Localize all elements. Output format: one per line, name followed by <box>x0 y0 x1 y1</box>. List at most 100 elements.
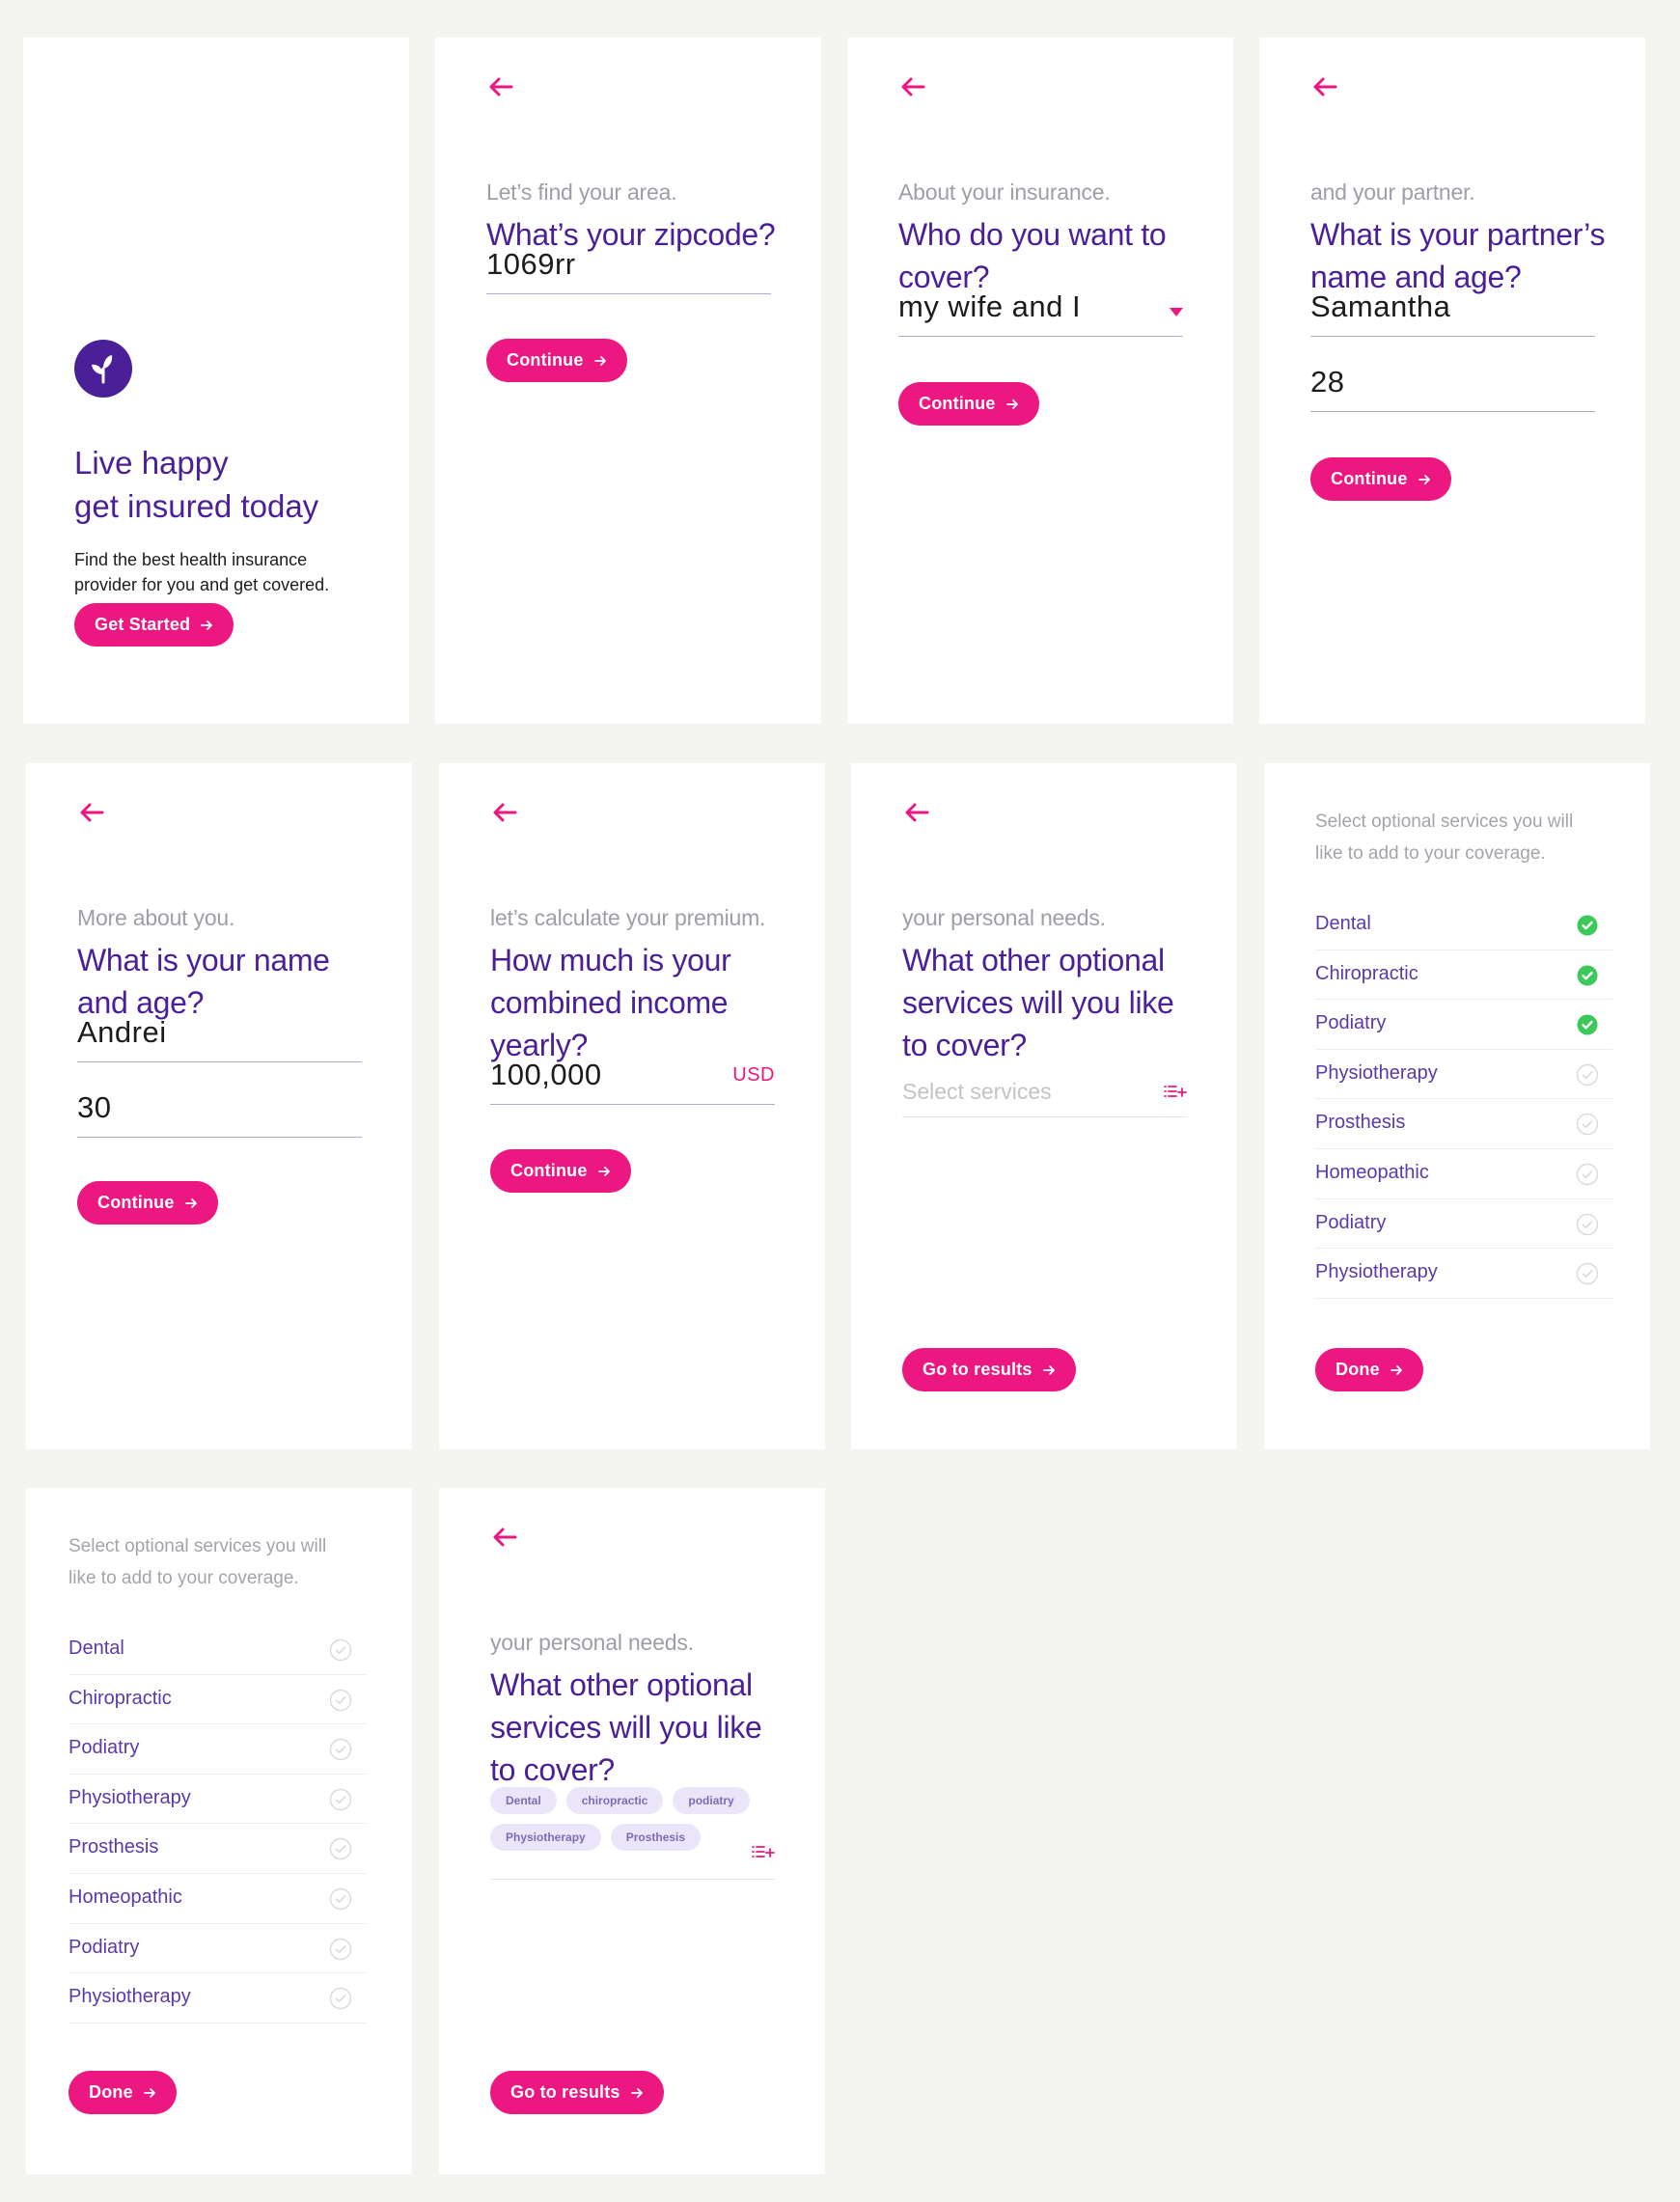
service-chip[interactable]: podiatry <box>673 1787 750 1814</box>
continue-button[interactable]: Continue <box>486 339 627 382</box>
service-option-label: Podiatry <box>69 1936 140 1958</box>
arrow-left-icon[interactable] <box>898 72 927 101</box>
arrow-right-icon <box>184 1197 197 1208</box>
select-services-field[interactable]: Select services <box>902 1063 1187 1117</box>
service-option[interactable]: Prosthesis <box>1315 1099 1612 1149</box>
service-option[interactable]: Podiatry <box>69 1924 366 1974</box>
continue-button[interactable]: Continue <box>77 1181 218 1225</box>
go-to-results-button[interactable]: Go to results <box>902 1348 1076 1391</box>
services-header-line: Select optional services you will <box>69 1536 327 1556</box>
age-value: 30 <box>77 1090 112 1124</box>
services-chips-screen: your personal needs. What other optional… <box>439 1488 825 2174</box>
arrow-left-icon[interactable] <box>77 798 106 827</box>
service-option[interactable]: Dental <box>69 1625 366 1675</box>
income-screen: let’s calculate your premium. How much i… <box>439 763 825 1449</box>
service-chip[interactable]: Dental <box>490 1787 557 1814</box>
check-circle-icon <box>1576 1213 1599 1235</box>
arrow-right-icon <box>1390 1364 1402 1375</box>
arrow-right-icon <box>630 2087 643 2098</box>
done-button[interactable]: Done <box>1315 1348 1423 1391</box>
continue-button[interactable]: Continue <box>898 382 1039 426</box>
check-circle-icon <box>1577 965 1598 986</box>
service-option[interactable]: Podiatry <box>69 1724 366 1775</box>
service-option[interactable]: Dental <box>1315 900 1612 950</box>
currency-label: USD <box>732 1064 775 1086</box>
arrow-left-icon[interactable] <box>490 798 519 827</box>
button-label: Done <box>1336 1360 1380 1379</box>
zipcode-screen: Let’s find your area. What’s your zipcod… <box>435 38 821 724</box>
check-circle-icon <box>1576 1163 1599 1186</box>
zipcode-field[interactable]: 1069rr <box>486 240 771 294</box>
cover-dropdown[interactable]: my wife and I <box>898 283 1183 337</box>
arrow-left-icon[interactable] <box>490 1523 519 1552</box>
services-header-line: like to add to your coverage. <box>69 1568 299 1588</box>
service-option[interactable]: Chiropractic <box>69 1675 366 1725</box>
continue-button[interactable]: Continue <box>490 1149 631 1193</box>
welcome-title-line: Live happy <box>74 445 229 481</box>
eyebrow-text: About your insurance. <box>898 179 1111 205</box>
service-option[interactable]: Physiotherapy <box>69 1775 366 1825</box>
services-select-empty-screen: Select optional services you will like t… <box>26 1488 412 2174</box>
arrow-left-icon[interactable] <box>902 798 931 827</box>
button-label: Continue <box>97 1193 175 1212</box>
service-chip[interactable]: Prosthesis <box>610 1824 702 1851</box>
button-label: Get Started <box>95 615 191 634</box>
name-field[interactable]: Andrei <box>77 1008 362 1062</box>
service-option[interactable]: Prosthesis <box>69 1824 366 1874</box>
question-line: What other optional <box>902 943 1165 977</box>
check-circle-icon <box>329 1987 352 2010</box>
service-option-label: Podiatry <box>1315 1012 1387 1034</box>
service-option[interactable]: Physiotherapy <box>69 1973 366 2023</box>
check-circle-icon <box>1576 1114 1599 1136</box>
services-list: Dental Chiropractic Podiatry Physiotherapy P… <box>69 1625 366 2023</box>
income-field[interactable]: 100,000 USD <box>490 1051 775 1105</box>
check-circle-icon <box>329 1738 352 1761</box>
question-line: services will you like <box>902 985 1174 1020</box>
button-label: Done <box>89 2082 133 2102</box>
arrow-left-icon[interactable] <box>1310 72 1339 101</box>
arrow-left-icon[interactable] <box>486 72 515 101</box>
services-select-screen: Select optional services you will like t… <box>1264 763 1650 1449</box>
eyebrow-text: your personal needs. <box>490 1630 694 1655</box>
list-add-icon[interactable] <box>752 1844 775 1861</box>
check-circle-icon <box>329 1887 352 1911</box>
selected-services-field[interactable]: Dental chiropractic podiatry Physiotherapy… <box>490 1787 775 1880</box>
service-option[interactable]: Podiatry <box>1315 1199 1612 1250</box>
question-line: What is your name <box>77 943 330 977</box>
service-option[interactable]: Homeopathic <box>1315 1149 1612 1199</box>
list-add-icon[interactable] <box>1164 1084 1187 1101</box>
service-option[interactable]: Physiotherapy <box>1315 1249 1612 1299</box>
check-circle-icon <box>329 1638 352 1662</box>
button-label: Go to results <box>923 1360 1033 1379</box>
service-chip[interactable]: Physiotherapy <box>490 1824 601 1851</box>
partner-name-field[interactable]: Samantha <box>1310 283 1595 337</box>
name-value: Andrei <box>77 1015 167 1049</box>
question-title: What other optional services will you li… <box>490 1664 789 1791</box>
service-chips: Dental chiropractic podiatry Physiotherapy… <box>490 1787 750 1860</box>
chip-row: Physiotherapy Prosthesis <box>490 1824 750 1851</box>
button-label: Continue <box>919 394 996 413</box>
age-field[interactable]: 30 <box>77 1084 362 1138</box>
services-list: Dental Chiropractic Podiatry Physiotherapy P… <box>1315 900 1612 1299</box>
service-option[interactable]: Chiropractic <box>1315 950 1612 1001</box>
partner-age-field[interactable]: 28 <box>1310 358 1595 412</box>
service-option[interactable]: Podiatry <box>1315 1000 1612 1050</box>
arrow-right-icon <box>201 619 213 630</box>
service-option[interactable]: Homeopathic <box>69 1874 366 1924</box>
service-chip[interactable]: chiropractic <box>565 1787 664 1814</box>
chip-row: Dental chiropractic podiatry <box>490 1787 750 1814</box>
about-you-screen: More about you. What is your name and ag… <box>26 763 412 1449</box>
done-button[interactable]: Done <box>69 2071 177 2114</box>
get-started-button[interactable]: Get Started <box>74 603 234 647</box>
service-option-label: Dental <box>69 1638 124 1659</box>
question-title: What other optional services will you li… <box>902 939 1201 1066</box>
check-circle-icon <box>329 1938 352 1960</box>
go-to-results-button[interactable]: Go to results <box>490 2071 664 2114</box>
cover-screen: About your insurance. Who do you want to… <box>847 38 1233 724</box>
question-line: How much is your <box>490 943 731 977</box>
continue-button[interactable]: Continue <box>1310 457 1451 501</box>
zipcode-value: 1069rr <box>486 247 576 281</box>
service-option[interactable]: Physiotherapy <box>1315 1050 1612 1100</box>
service-option-label: Prosthesis <box>1315 1112 1406 1134</box>
service-option-label: Podiatry <box>69 1737 140 1759</box>
